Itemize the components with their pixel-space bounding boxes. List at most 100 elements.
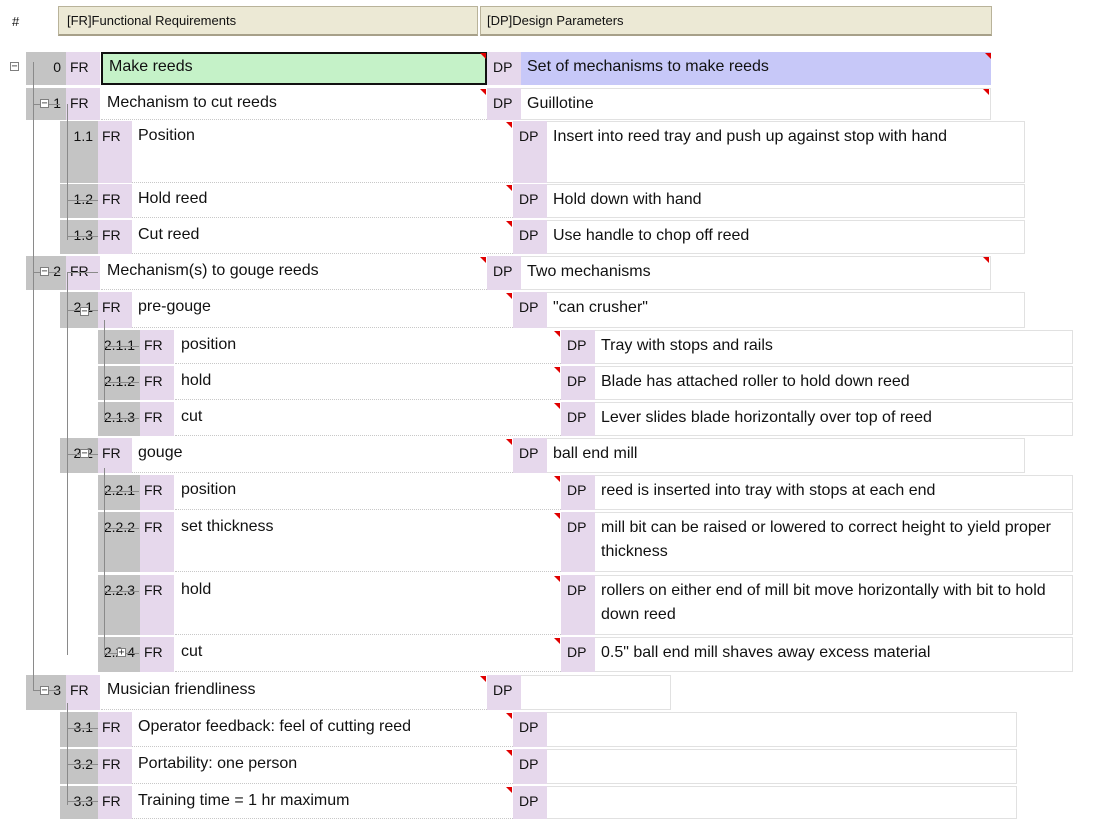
collapse-minus-icon[interactable]: −: [40, 99, 49, 109]
dp-cell[interactable]: [521, 675, 671, 710]
fr-flag-marker: [554, 403, 560, 409]
fr-tag: FR: [98, 712, 132, 747]
fr-tag: FR: [66, 675, 100, 710]
row-number: 3.1: [60, 712, 98, 747]
fr-cell[interactable]: set thickness: [175, 512, 561, 572]
dp-cell[interactable]: Insert into reed tray and push up agains…: [547, 121, 1025, 183]
fr-tag: FR: [98, 749, 132, 784]
fr-flag-marker: [506, 787, 512, 793]
dp-cell[interactable]: Hold down with hand: [547, 184, 1025, 218]
fr-cell[interactable]: cut: [175, 637, 561, 672]
dp-cell[interactable]: [547, 749, 1017, 784]
tree-connector-line: [104, 591, 139, 592]
fr-tag: FR: [66, 52, 100, 85]
tree-connector-line: [67, 801, 98, 802]
dp-cell[interactable]: reed is inserted into tray with stops at…: [595, 475, 1073, 510]
fr-flag-marker: [480, 53, 486, 59]
dp-flag-marker: [985, 53, 991, 59]
dp-cell[interactable]: [547, 712, 1017, 747]
fr-cell[interactable]: Mechanism to cut reeds: [101, 88, 487, 120]
row-number: 1.3: [60, 220, 98, 254]
collapse-minus-icon[interactable]: −: [80, 307, 89, 317]
row-number: 0: [26, 52, 66, 85]
fr-flag-marker: [554, 367, 560, 373]
fr-cell[interactable]: position: [175, 475, 561, 510]
tree-row: 2.1.1 FR position DP Tray with stops and rai…: [0, 330, 1117, 364]
tree-connector-line: [104, 320, 105, 420]
dp-tag: DP: [561, 575, 595, 635]
fr-cell[interactable]: gouge: [132, 438, 513, 473]
dp-cell[interactable]: ball end mill: [547, 438, 1025, 473]
dp-cell[interactable]: mill bit can be raised or lowered to cor…: [595, 512, 1073, 572]
fr-cell[interactable]: hold: [175, 366, 561, 400]
fr-cell[interactable]: Cut reed: [132, 220, 513, 254]
tree-row: 2.1FRpre-gougeDP"can crusher": [0, 292, 1117, 328]
tree-row: 2.1.2 FR hold DP Blade has attached roller t…: [0, 366, 1117, 400]
collapse-minus-icon[interactable]: −: [40, 686, 49, 696]
tree-connector-line: [104, 528, 139, 529]
fr-cell[interactable]: Position: [132, 121, 513, 183]
fr-tag: FR: [98, 786, 132, 819]
tree-connector-line: [67, 272, 98, 273]
collapse-minus-icon[interactable]: −: [10, 62, 19, 72]
fr-cell[interactable]: Portability: one person: [132, 749, 513, 784]
dp-cell[interactable]: Set of mechanisms to make reeds: [521, 52, 991, 85]
fr-cell[interactable]: Hold reed: [132, 184, 513, 218]
tree-connector-line: [104, 382, 139, 383]
tree-row: 3.2 FR Portability: one person DP: [0, 749, 1117, 784]
fr-tag: FR: [140, 402, 174, 436]
fr-tag: FR: [66, 88, 100, 120]
collapse-minus-icon[interactable]: −: [80, 449, 89, 459]
tree-connector-line: [67, 272, 68, 655]
dp-cell[interactable]: rollers on either end of mill bit move h…: [595, 575, 1073, 635]
dp-cell[interactable]: "can crusher": [547, 292, 1025, 328]
tree-row: 2.2.4FRcutDP0.5" ball end mill shaves aw…: [0, 637, 1117, 672]
fr-cell[interactable]: hold: [175, 575, 561, 635]
dp-cell[interactable]: Tray with stops and rails: [595, 330, 1073, 364]
tree-row: 3FRMusician friendlinessDP: [0, 675, 1117, 710]
dp-tag: DP: [513, 220, 547, 254]
dp-cell[interactable]: [547, 786, 1017, 819]
dp-tag: DP: [561, 366, 595, 400]
dp-tag: DP: [513, 786, 547, 819]
fr-cell[interactable]: Operator feedback: feel of cutting reed: [132, 712, 513, 747]
fr-cell[interactable]: Training time = 1 hr maximum: [132, 786, 513, 819]
tree-row: 3.3 FR Training time = 1 hr maximum DP: [0, 786, 1117, 819]
row-number: 3.2: [60, 749, 98, 784]
fr-tag: FR: [98, 220, 132, 254]
fr-flag-marker: [506, 750, 512, 756]
collapse-minus-icon[interactable]: −: [40, 267, 49, 277]
fr-tag: FR: [98, 184, 132, 218]
dp-tag: DP: [561, 475, 595, 510]
row-number: 1.2: [60, 184, 98, 218]
fr-cell[interactable]: Make reeds: [101, 52, 487, 85]
row-number: 1.1: [60, 121, 98, 183]
expand-plus-icon[interactable]: +: [117, 648, 126, 658]
fr-cell[interactable]: position: [175, 330, 561, 364]
fr-flag-marker: [506, 293, 512, 299]
dp-cell[interactable]: Two mechanisms: [521, 256, 991, 290]
fr-flag-marker: [480, 89, 486, 95]
dp-tag: DP: [561, 637, 595, 672]
dp-cell[interactable]: Guillotine: [521, 88, 991, 120]
dp-cell[interactable]: Blade has attached roller to hold down r…: [595, 366, 1073, 400]
tree-connector-line: [104, 468, 105, 655]
fr-flag-marker: [554, 576, 560, 582]
fr-cell[interactable]: pre-gouge: [132, 292, 513, 328]
fr-cell[interactable]: Musician friendliness: [101, 675, 487, 710]
row-number: 2.2: [60, 438, 98, 473]
fr-flag-marker: [480, 257, 486, 263]
tree-row: 0 FR Make reeds DP Set of mechanisms to make…: [0, 52, 1117, 85]
dp-cell[interactable]: Lever slides blade horizontally over top…: [595, 402, 1073, 436]
row-number: 3.3: [60, 786, 98, 819]
dp-cell[interactable]: 0.5" ball end mill shaves away excess ma…: [595, 637, 1073, 672]
fr-flag-marker: [554, 638, 560, 644]
dp-cell[interactable]: Use handle to chop off reed: [547, 220, 1025, 254]
dp-tag: DP: [513, 438, 547, 473]
fr-tag: FR: [140, 512, 174, 572]
fr-cell[interactable]: Mechanism(s) to gouge reeds: [101, 256, 487, 290]
tree-connector-line: [67, 728, 98, 729]
tree-row: 3.1 FR Operator feedback: feel of cutting …: [0, 712, 1117, 747]
fr-flag-marker: [480, 676, 486, 682]
fr-cell[interactable]: cut: [175, 402, 561, 436]
